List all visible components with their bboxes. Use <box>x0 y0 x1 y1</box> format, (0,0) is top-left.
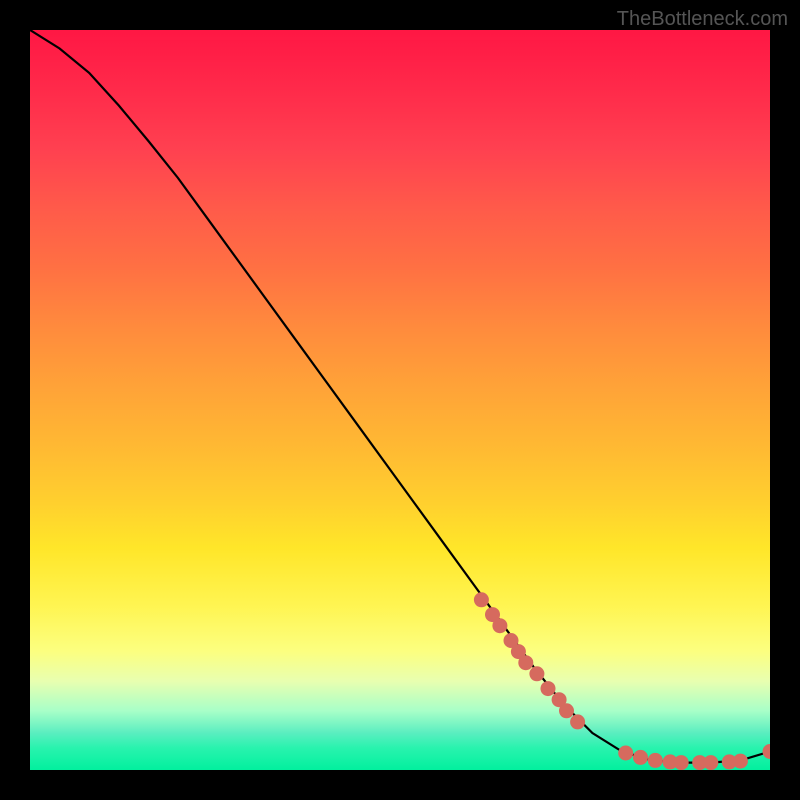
data-point <box>703 755 718 770</box>
bottleneck-curve <box>30 30 770 763</box>
watermark-text: TheBottleneck.com <box>617 8 788 31</box>
scatter-dots <box>474 592 770 770</box>
data-point <box>633 750 648 765</box>
data-point <box>518 655 533 670</box>
data-point <box>559 703 574 718</box>
data-point <box>541 681 556 696</box>
chart-svg-overlay <box>30 30 770 770</box>
data-point <box>492 618 507 633</box>
data-point <box>763 744 771 759</box>
data-point <box>648 753 663 768</box>
data-point <box>674 755 689 770</box>
data-point <box>529 666 544 681</box>
chart-area <box>30 30 770 770</box>
data-point <box>618 746 633 761</box>
data-point <box>474 592 489 607</box>
data-point <box>570 714 585 729</box>
data-point <box>733 754 748 769</box>
